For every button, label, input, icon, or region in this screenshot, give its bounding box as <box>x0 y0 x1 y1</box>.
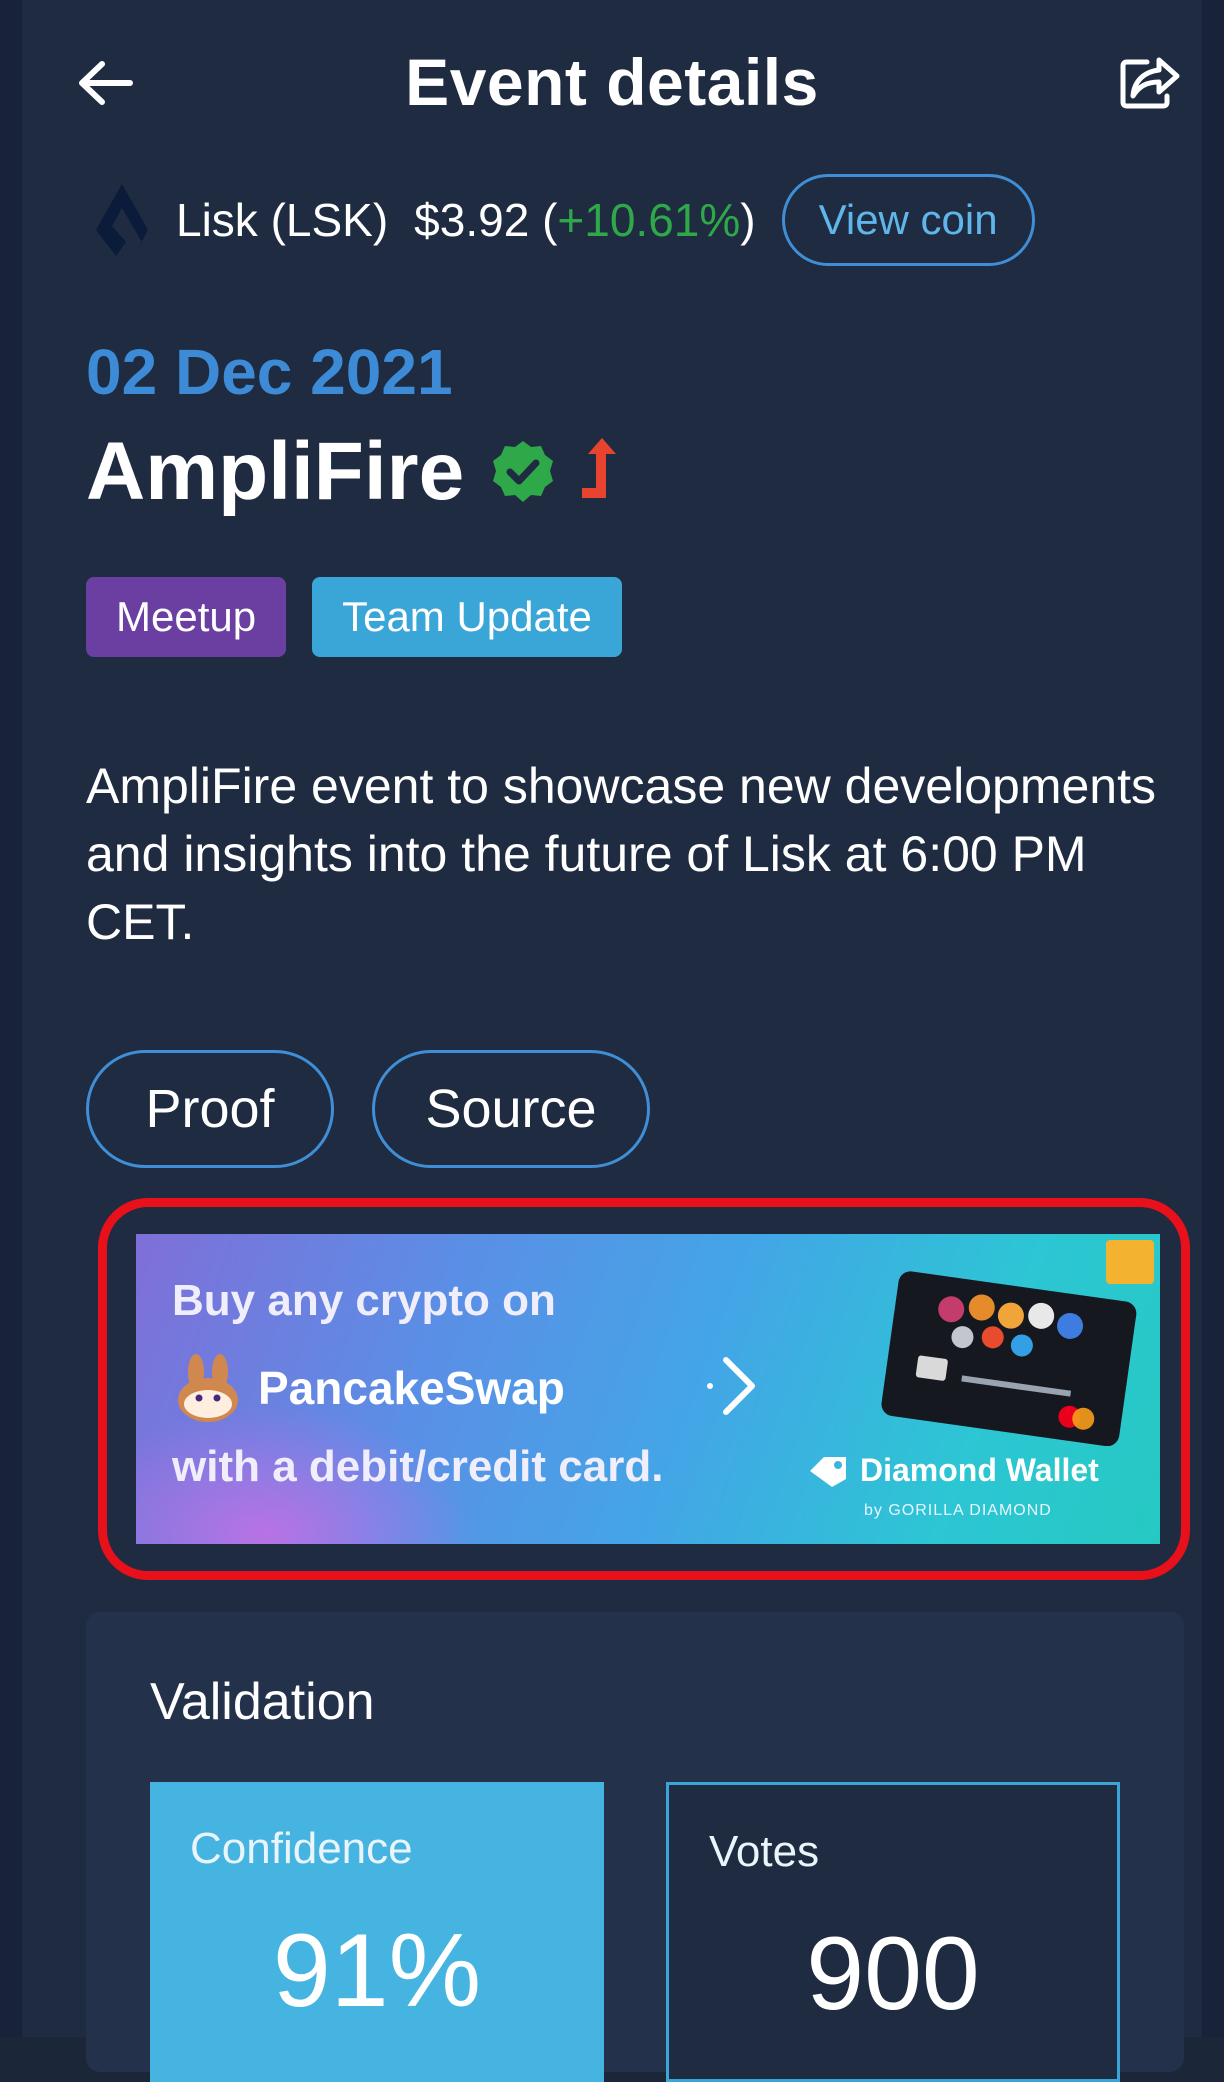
chevron-right-icon <box>707 1357 755 1415</box>
validation-title: Validation <box>150 1673 375 1731</box>
credit-card-graphic <box>881 1271 1137 1446</box>
votes-label: Votes <box>709 1827 820 1876</box>
link-buttons: Proof Source <box>86 1050 688 1168</box>
proof-button[interactable]: Proof <box>86 1050 334 1168</box>
coin-name: Lisk (LSK) <box>176 194 389 246</box>
ad-badge-icon <box>1106 1240 1154 1284</box>
ad-headline: Buy any crypto on <box>172 1276 556 1325</box>
coin-price: $3.92 (+10.61%) <box>414 193 755 247</box>
votes-box[interactable]: Votes 900 <box>666 1782 1120 2082</box>
event-date: 02 Dec 2021 <box>86 336 453 408</box>
diamond-wallet-label: Diamond Wallet <box>860 1452 1099 1488</box>
ad-brand-name: PancakeSwap <box>258 1362 565 1414</box>
pancakeswap-bunny-icon <box>178 1354 238 1422</box>
coin-change: +10.61% <box>557 194 741 246</box>
ad-subline: with a debit/credit card. <box>172 1442 664 1491</box>
source-button[interactable]: Source <box>372 1050 650 1168</box>
ad-brand-row: PancakeSwap <box>172 1352 565 1424</box>
votes-value: 900 <box>806 1916 980 2032</box>
coin-row: Lisk (LSK) $3.92 (+10.61%) View coin <box>86 170 1035 270</box>
tag-meetup[interactable]: Meetup <box>86 577 287 657</box>
diamond-wallet-row: Diamond Wallet <box>806 1452 1099 1489</box>
event-description: AmpliFire event to showcase new developm… <box>86 758 1156 950</box>
trending-up-icon <box>582 438 617 498</box>
ad-banner[interactable]: Buy any crypto on PancakeSwap with a deb… <box>136 1234 1160 1544</box>
event-title: AmpliFire <box>86 426 465 517</box>
coin-price-value: $3.92 ( <box>414 194 558 246</box>
confidence-box: Confidence 91% <box>150 1782 604 2082</box>
verified-badge-icon <box>493 441 554 502</box>
share-button[interactable] <box>1110 46 1190 118</box>
share-icon <box>1120 57 1180 109</box>
confidence-value: 91% <box>272 1913 482 2029</box>
coin-price-close: ) <box>740 194 756 246</box>
confidence-label: Confidence <box>190 1824 413 1873</box>
app-header: Event details <box>0 0 1224 170</box>
page-title: Event details <box>405 45 819 119</box>
tag-team-update[interactable]: Team Update <box>312 577 622 657</box>
lisk-logo-icon <box>96 184 148 256</box>
event-tags: Meetup Team Update <box>86 577 648 657</box>
diamond-wallet-subtext: by GORILLA DIAMOND <box>864 1502 1052 1519</box>
validation-panel: Validation Confidence 91% Votes 900 <box>86 1612 1184 2082</box>
view-coin-button[interactable]: View coin <box>781 174 1035 266</box>
event-title-row: AmpliFire <box>86 425 620 519</box>
price-tag-icon <box>810 1456 846 1487</box>
